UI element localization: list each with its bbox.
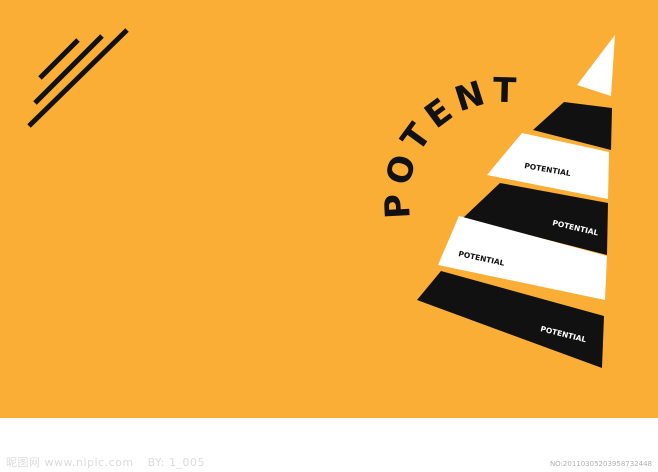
image-id: NO:20110305203958732448 [549,460,652,468]
poster-artwork: POTENTIAL POTENTIAL POTENTIAL POTENTIAL … [0,0,658,418]
watermark-site: 昵图网 www.nipic.com [6,456,134,469]
poster-canvas: POTENTIAL POTENTIAL POTENTIAL POTENTIAL … [0,0,658,472]
watermark-footer: 昵图网 www.nipic.com BY: 1_005 [6,454,205,470]
watermark-code: BY: 1_005 [147,456,205,469]
